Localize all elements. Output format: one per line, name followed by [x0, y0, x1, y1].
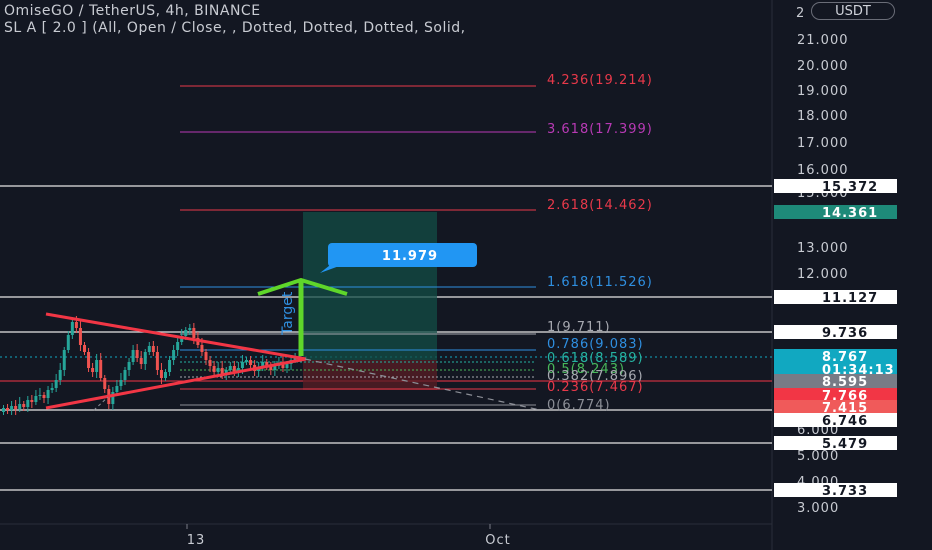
price-tick: 20.000	[797, 59, 849, 74]
price-badge: 8.595	[774, 374, 897, 390]
candle-body	[87, 352, 91, 368]
candle-body	[123, 370, 127, 380]
candle-body	[50, 388, 54, 390]
fib-label: 0.786(9.083)	[547, 337, 644, 352]
fib-label: 1.618(11.526)	[547, 275, 653, 290]
candle-body	[139, 358, 143, 364]
price-tick: 13.000	[797, 241, 849, 256]
candle-body	[2, 408, 5, 412]
price-tick: 12.000	[797, 267, 849, 282]
candle-body	[204, 352, 208, 360]
price-badge: 3.733	[774, 483, 897, 499]
price-badge: 6.746	[774, 413, 897, 429]
price-tick: 3.000	[797, 501, 839, 516]
price-tick: 21.000	[797, 33, 849, 48]
price-badges: 15.37214.36111.1279.7368.76701:34:138.59…	[774, 179, 897, 499]
price-badge: 5.479	[774, 436, 897, 452]
price-badge: 9.736	[774, 325, 897, 341]
svg-text:3.733: 3.733	[822, 484, 868, 499]
candle-body	[131, 350, 135, 362]
candle-body	[228, 366, 232, 370]
candle-body	[285, 364, 289, 368]
price-badge: 15.372	[774, 179, 897, 195]
candle-body	[83, 345, 86, 352]
candle-body	[54, 380, 58, 388]
candle-body	[212, 366, 216, 372]
candle-body	[176, 342, 180, 350]
stop-zone[interactable]	[303, 360, 437, 390]
candle-body	[249, 360, 253, 365]
candle-body	[78, 328, 82, 345]
candle-body	[22, 404, 26, 407]
candle-body	[143, 352, 147, 364]
fib-labels: 4.236(19.214) 3.618(17.399) 2.618(14.462…	[547, 73, 653, 413]
price-badge: 11.127	[774, 290, 897, 306]
candle-body	[38, 395, 42, 396]
candle-body	[200, 345, 204, 352]
candle-body	[91, 368, 95, 372]
price-tick: 19.000	[797, 84, 849, 99]
candle-body	[34, 396, 38, 402]
fib-label: 2.618(14.462)	[547, 198, 653, 213]
candle-body	[70, 322, 74, 335]
candle-body	[240, 362, 244, 368]
candle-body	[14, 406, 18, 409]
candle-body	[208, 360, 212, 366]
time-label: 13	[187, 533, 206, 548]
candle-body	[245, 360, 248, 362]
candle-body	[192, 328, 196, 338]
candle-body	[155, 352, 159, 370]
candle-body	[115, 386, 119, 392]
candle-body	[127, 362, 131, 370]
svg-text:8.595: 8.595	[822, 375, 868, 390]
candle-body	[62, 350, 66, 370]
candle-body	[6, 408, 10, 410]
fib-label: 0.236(7.467)	[547, 380, 644, 395]
fib-label: 0(6.774)	[547, 398, 611, 413]
candle-body	[188, 328, 192, 330]
candle-body	[42, 395, 46, 398]
time-axis: 13 Oct	[186, 524, 510, 548]
svg-text:11.979: 11.979	[382, 249, 438, 264]
candle-body	[99, 360, 103, 378]
svg-text:14.361: 14.361	[822, 206, 878, 221]
svg-text:9.736: 9.736	[822, 326, 868, 341]
svg-text:5.479: 5.479	[822, 437, 868, 452]
candle-body	[66, 335, 70, 350]
svg-text:6.746: 6.746	[822, 414, 868, 429]
candle-body	[46, 390, 50, 398]
candle-body	[58, 370, 62, 380]
candle-body	[184, 330, 188, 336]
fib-label: 3.618(17.399)	[547, 122, 653, 137]
price-tick: 2	[796, 6, 805, 21]
candle-body	[26, 400, 30, 407]
price-tick: 16.000	[797, 163, 849, 178]
candle-body	[151, 346, 155, 352]
candle-body	[172, 350, 176, 360]
candle-body	[74, 322, 78, 328]
candle-body	[273, 366, 277, 370]
price-tick: 18.000	[797, 109, 849, 124]
candle-body	[103, 378, 107, 389]
price-chart[interactable]: 4.236(19.214) 3.618(17.399) 2.618(14.462…	[0, 0, 932, 550]
candle-body	[18, 404, 22, 409]
price-tick: 17.000	[797, 136, 849, 151]
candle-body	[10, 406, 14, 410]
candle-body	[164, 372, 167, 378]
time-label: Oct	[485, 533, 510, 548]
candle-body	[168, 360, 172, 372]
candle-body	[135, 350, 139, 358]
target-label: Target	[280, 291, 296, 336]
candle-body	[119, 380, 123, 386]
candle-body	[30, 400, 34, 402]
svg-text:15.372: 15.372	[822, 180, 878, 195]
fib-label: 1(9.711)	[547, 320, 611, 335]
candle-body	[147, 346, 151, 352]
candle-body	[95, 360, 99, 372]
price-badge: 14.361	[774, 205, 897, 221]
candle-body	[159, 370, 163, 378]
fib-label: 4.236(19.214)	[547, 73, 653, 88]
svg-text:11.127: 11.127	[822, 291, 878, 306]
candle-body	[216, 368, 220, 372]
